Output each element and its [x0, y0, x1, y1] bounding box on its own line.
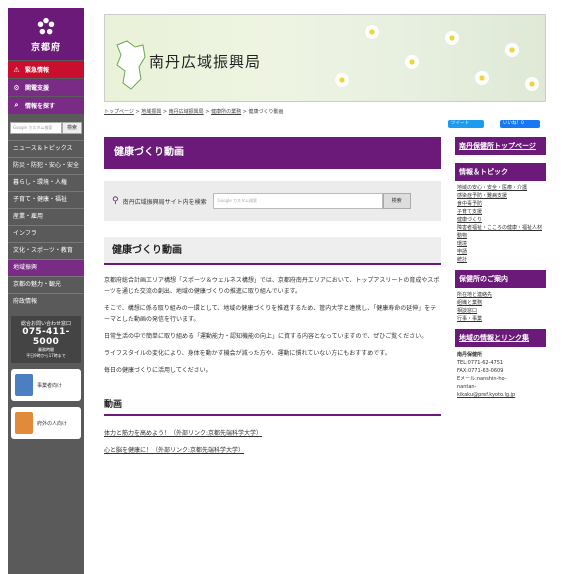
breadcrumb: トップページ > 地域振興 > 南丹広域振興局 > 健康所の業務 > 健康づくり…: [104, 109, 284, 115]
person-icon: [15, 412, 33, 434]
business-label: 事業者向け: [37, 382, 63, 389]
flower-decoration: [335, 73, 349, 87]
business-card-link[interactable]: 事業者向け: [11, 369, 81, 401]
breadcrumb-item[interactable]: 健康所の業務: [211, 109, 241, 115]
breadcrumb-item[interactable]: 地域振興: [141, 109, 161, 115]
sidebar-item-infra[interactable]: インフラ: [8, 225, 84, 242]
warning-icon: ⚠: [13, 65, 20, 74]
sidebar-item-government[interactable]: 府政情報: [8, 293, 84, 310]
support-icon: ⚙: [13, 83, 20, 92]
topic-link[interactable]: 障害者福祉・こころの健康・福祉人材: [457, 224, 544, 232]
contact-box: 総合お問い合わせ窓口 075-411-5000 業務時間 平日9時から17時まで: [11, 316, 81, 363]
paragraph: 日常生活の中で簡単に取り組める「運動能力・認知機能の向上」に資する内容となってい…: [104, 333, 428, 340]
flower-decoration: [445, 31, 459, 45]
info-search-button[interactable]: ⌕ 情報を探す: [8, 97, 84, 114]
site-search: ⚲ 南丹広域振興局サイト内を検索 Google カスタム検索 検索: [104, 181, 441, 221]
guide-list: 所在地と連絡先 組織と業務 相談窓口 行事・事業: [455, 288, 546, 329]
emergency-button[interactable]: ⚠ 緊急情報: [8, 61, 84, 78]
contact-tel[interactable]: 075-411-5000: [13, 327, 79, 347]
tweet-button[interactable]: ツイート: [448, 120, 484, 128]
guide-link[interactable]: 組織と業務: [457, 299, 544, 307]
video-heading: 動画: [104, 394, 441, 416]
logo-text: 京都府: [30, 42, 61, 53]
guide-heading: 保健所のご案内: [455, 270, 546, 288]
sidebar-nav: ニュース＆トピックス 防災・防犯・安心・安全 暮らし・環境・人権 子育て・健康・…: [8, 140, 84, 310]
sidebar-item-regional[interactable]: 地域振興: [8, 259, 84, 276]
video-link[interactable]: 心と脳を健康に！（外部リンク:京都先端科学大学）: [104, 445, 441, 454]
right-column: 南丹保健所トップページ 情報＆トピック 地域の安心・安全・医療・介護 感染症予防…: [455, 137, 546, 403]
breadcrumb-current: 健康づくり動画: [248, 109, 284, 115]
office-name: 南丹保健所: [457, 352, 483, 358]
topic-link[interactable]: 子育て支援: [457, 208, 544, 216]
residents-card-link[interactable]: 府外の人向け: [11, 407, 81, 439]
site-search-input[interactable]: Google カスタム検索: [212, 193, 383, 209]
site-search-button[interactable]: 検索: [382, 193, 411, 209]
info-search-label: 情報を探す: [25, 103, 56, 110]
emergency-label: 緊急情報: [25, 67, 50, 74]
office-top-link[interactable]: 南丹保健所トップページ: [455, 137, 546, 155]
residents-label: 府外の人向け: [37, 420, 68, 427]
office-address: 南丹保健所 TEL:0771-62-4751 FAX:0771-63-0609 …: [455, 347, 546, 403]
page-title: 健康づくり動画: [104, 137, 441, 169]
office-email: Eメール:nanshin-ho-: [457, 376, 507, 382]
topic-link[interactable]: 食中毒予防: [457, 200, 544, 208]
main-content: 健康づくり動画 ⚲ 南丹広域振興局サイト内を検索 Google カスタム検索 検…: [104, 137, 441, 454]
sidebar-item-culture[interactable]: 文化・スポーツ・教育: [8, 242, 84, 259]
topic-link[interactable]: 感染症予防・難病支援: [457, 192, 544, 200]
topics-list: 地域の安心・安全・医療・介護 感染症予防・難病支援 食中毒予防 子育て支援 健康…: [455, 181, 546, 270]
breadcrumb-item[interactable]: 南丹広域振興局: [169, 109, 204, 115]
header-banner: 南丹広域振興局: [104, 14, 546, 102]
sidebar: 京都府 ⚠ 緊急情報 ⚙ 関電支援 ⌕ 情報を探す Google カスタム検索 …: [8, 8, 84, 574]
topic-link[interactable]: 環境: [457, 240, 544, 248]
office-tel: TEL:0771-62-4751: [457, 360, 504, 366]
site-logo[interactable]: 京都府: [8, 8, 84, 60]
nantan-map-icon: [116, 40, 146, 90]
breadcrumb-item[interactable]: トップページ: [104, 109, 134, 115]
sidebar-item-news[interactable]: ニュース＆トピックス: [8, 140, 84, 157]
flower-decoration: [405, 55, 419, 69]
guide-link[interactable]: 相談窓口: [457, 307, 544, 315]
site-search-label: 南丹広域振興局サイト内を検索: [122, 198, 207, 206]
support-button[interactable]: ⚙ 関電支援: [8, 79, 84, 96]
search-icon: ⚲: [112, 196, 119, 206]
sidebar-item-tourism[interactable]: 京都の魅力・観光: [8, 276, 84, 293]
office-email-domain[interactable]: kikaku@pref.kyoto.lg.jp: [457, 391, 544, 399]
kyoto-crest-icon: [37, 17, 55, 34]
business-icon: [15, 374, 33, 396]
topic-link[interactable]: 動物: [457, 232, 544, 240]
sidebar-item-welfare[interactable]: 子育て・健康・福祉: [8, 191, 84, 208]
contact-label: 総合お問い合わせ窓口: [20, 321, 71, 327]
paragraph: ライフスタイルの変化により、身体を動かす機会が減った方や、運動に慣れていない方に…: [104, 350, 391, 357]
paragraph: 毎日の健康づくりに活用してください。: [104, 367, 212, 374]
sidebar-search: Google カスタム検索 検索: [10, 122, 82, 134]
like-button[interactable]: いいね！0: [500, 120, 540, 128]
video-link[interactable]: 体力と筋力を高めよう！（外部リンク:京都先端科学大学）: [104, 428, 441, 437]
search-icon: ⌕: [14, 101, 19, 109]
sidebar-search-input[interactable]: Google カスタム検索: [10, 122, 62, 134]
sidebar-item-safety[interactable]: 防災・防犯・安心・安全: [8, 157, 84, 174]
paragraph: 京都府総合計画エリア構想「スポーツ＆ウェルネス構想」では、京都府南丹エリアにおい…: [104, 277, 440, 295]
sidebar-item-living[interactable]: 暮らし・環境・人権: [8, 174, 84, 191]
guide-link[interactable]: 所在地と連絡先: [457, 291, 544, 299]
support-label: 関電支援: [25, 85, 50, 92]
flower-decoration: [505, 43, 519, 57]
sidebar-item-industry[interactable]: 産業・雇用: [8, 208, 84, 225]
region-links-heading[interactable]: 地域の情報とリンク集: [455, 329, 546, 347]
sidebar-search-button[interactable]: 検索: [62, 122, 82, 134]
topics-heading: 情報＆トピック: [455, 163, 546, 181]
section-title: 健康づくり動画: [104, 237, 441, 265]
topic-link[interactable]: 統計: [457, 256, 544, 264]
flower-decoration: [365, 25, 379, 39]
topic-link[interactable]: 申請: [457, 248, 544, 256]
guide-link[interactable]: 行事・事業: [457, 315, 544, 323]
office-fax: FAX:0771-63-0609: [457, 368, 504, 374]
flower-decoration: [475, 71, 489, 85]
flower-decoration: [525, 77, 539, 91]
contact-hours: 平日9時から17時まで: [26, 353, 66, 358]
office-email-cont: nantan-: [457, 384, 477, 390]
banner-title: 南丹広域振興局: [149, 53, 262, 71]
paragraph: そこで、構想に係る取り組みの一環として、地域の健康づくりを推進するため、管内大学…: [104, 305, 437, 323]
topic-link[interactable]: 健康づくり: [457, 216, 544, 224]
topic-link[interactable]: 地域の安心・安全・医療・介護: [457, 184, 544, 192]
